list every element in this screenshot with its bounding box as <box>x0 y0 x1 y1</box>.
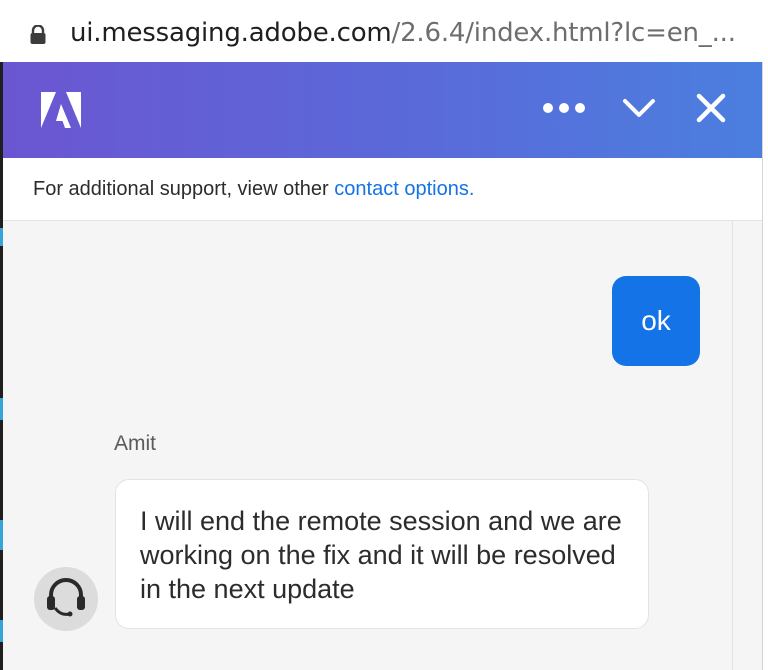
close-button[interactable] <box>689 90 733 130</box>
chat-scrollbar[interactable] <box>732 221 763 670</box>
agent-message-text: I will end the remote session and we are… <box>140 506 622 604</box>
url-text[interactable]: ui.messaging.adobe.com/2.6.4/index.html?… <box>70 18 736 48</box>
chevron-down-icon <box>622 98 656 123</box>
left-accent <box>0 520 3 550</box>
user-message-bubble: ok <box>612 276 700 366</box>
lock-icon <box>30 24 46 50</box>
agent-avatar <box>34 567 98 631</box>
support-banner: For additional support, view other conta… <box>3 158 762 221</box>
support-banner-text: For additional support, view other conta… <box>33 178 474 201</box>
window-edge <box>762 62 768 670</box>
left-accent <box>0 228 3 246</box>
chat-header <box>3 62 762 158</box>
browser-address-bar[interactable]: ui.messaging.adobe.com/2.6.4/index.html?… <box>0 0 768 63</box>
banner-text: For additional support, view other <box>33 178 335 200</box>
contact-options-link[interactable]: contact options. <box>334 178 474 200</box>
more-options-button[interactable] <box>539 90 589 130</box>
headset-icon <box>39 570 93 629</box>
minimize-button[interactable] <box>617 90 661 130</box>
url-host: ui.messaging.adobe.com <box>70 18 392 48</box>
adobe-logo-icon <box>41 92 81 133</box>
user-message-text: ok <box>641 305 671 336</box>
more-dots-icon <box>541 101 587 119</box>
left-accent <box>0 620 3 642</box>
left-accent <box>0 398 3 420</box>
url-path: /2.6.4/index.html?lc=en_... <box>391 18 736 48</box>
close-icon <box>696 93 726 128</box>
agent-name: Amit <box>114 432 156 455</box>
agent-message-bubble: I will end the remote session and we are… <box>115 479 649 629</box>
